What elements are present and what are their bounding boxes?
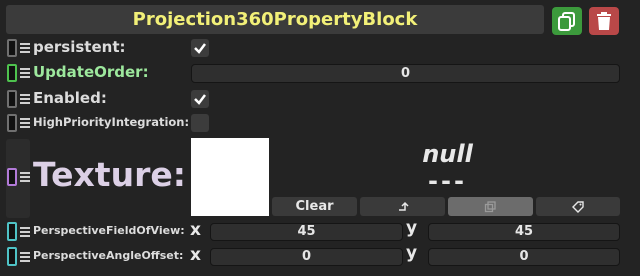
angle-offset-x-input[interactable]: 0: [210, 248, 403, 266]
texture-dash-text: ---: [428, 167, 467, 195]
texture-null-text: null: [422, 140, 473, 168]
drag-handle-texture[interactable]: [7, 168, 17, 186]
delete-component-button[interactable]: [589, 7, 619, 35]
drag-handle-angle-offset[interactable]: [7, 247, 17, 266]
grip-icon[interactable]: [20, 251, 30, 263]
checkmark-icon: [194, 43, 206, 54]
fov-x-input[interactable]: 45: [210, 223, 403, 241]
component-title-bar: Projection360PropertyBlock: [6, 5, 544, 34]
grip-icon[interactable]: [20, 171, 30, 183]
angle-offset-y-input[interactable]: 0: [428, 248, 620, 266]
angle-offset-y-label: y: [406, 243, 418, 263]
tag-icon: [572, 201, 584, 213]
persistent-label: persistent:: [33, 38, 126, 56]
update-order-input[interactable]: 0: [191, 64, 620, 83]
persistent-checkbox[interactable]: [191, 39, 209, 57]
component-title: Projection360PropertyBlock: [132, 9, 418, 30]
drag-handle-persistent[interactable]: [7, 39, 17, 57]
fov-x-label: x: [190, 220, 201, 240]
drag-handle-fov[interactable]: [7, 222, 17, 241]
texture-assign-button[interactable]: [360, 197, 445, 216]
texture-preview[interactable]: [191, 138, 269, 216]
grip-icon[interactable]: [20, 93, 30, 105]
drag-handle-high-priority[interactable]: [7, 114, 17, 132]
grip-icon[interactable]: [20, 42, 30, 54]
drag-handle-update-order[interactable]: [7, 64, 17, 82]
checkmark-icon: [194, 94, 206, 105]
trash-icon: [597, 12, 611, 30]
enabled-label: Enabled:: [33, 89, 107, 107]
grip-icon[interactable]: [20, 67, 30, 79]
duplicate-component-button[interactable]: [552, 7, 582, 35]
copy-icon: [484, 201, 496, 213]
texture-tag-button[interactable]: [536, 197, 620, 216]
fov-y-input[interactable]: 45: [428, 223, 620, 241]
high-priority-label: HighPriorityIntegration:: [33, 115, 190, 129]
enabled-checkbox[interactable]: [191, 90, 209, 108]
texture-copy-button[interactable]: [448, 197, 533, 216]
copy-icon: [558, 12, 575, 31]
texture-label: Texture:: [33, 155, 186, 194]
drag-handle-enabled[interactable]: [7, 90, 17, 108]
grip-icon[interactable]: [20, 226, 30, 238]
angle-offset-x-label: x: [190, 245, 201, 265]
texture-clear-button[interactable]: Clear: [272, 197, 357, 216]
fov-y-label: y: [406, 218, 418, 238]
arrow-up-icon: [399, 201, 409, 211]
angle-offset-label: PerspectiveAngleOffset:: [33, 249, 184, 262]
grip-icon[interactable]: [20, 117, 30, 129]
update-order-label: UpdateOrder:: [33, 63, 149, 81]
fov-label: PerspectiveFieldOfView:: [33, 224, 185, 237]
high-priority-checkbox[interactable]: [191, 114, 209, 132]
